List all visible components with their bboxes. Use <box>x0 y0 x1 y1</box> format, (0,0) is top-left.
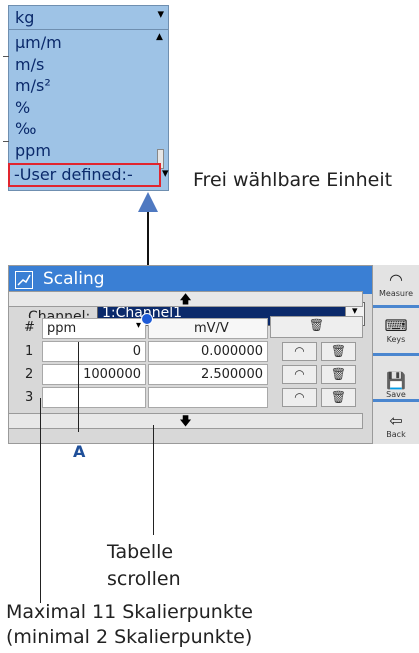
measure-button[interactable]: ◠ Measure <box>373 270 419 299</box>
row-value-b: 2.500000 <box>200 367 263 382</box>
toolbar-separator <box>373 305 419 308</box>
trash-icon: 🗑 <box>330 367 347 381</box>
window-title-bar: Scaling <box>9 266 372 294</box>
side-toolbar: ◠ Measure ⌨ Keys 💾 Save ⇦ Back <box>373 265 419 444</box>
callout-dot <box>141 313 153 325</box>
row-value-b-input[interactable]: 0.000000 <box>148 341 268 362</box>
row-value-a-input[interactable] <box>42 387 146 408</box>
annotation-line-scroll <box>153 425 154 535</box>
back-button[interactable]: ⇦ Back <box>373 411 419 440</box>
row-value-a-input[interactable]: 1000000 <box>42 364 146 385</box>
measure-row-button[interactable]: ◠ <box>282 342 317 361</box>
annotation-line-a <box>78 342 79 432</box>
row-value-b: 0.000000 <box>200 344 263 359</box>
window-title: Scaling <box>43 269 105 289</box>
gauge-icon: ◠ <box>294 367 305 381</box>
floppy-disk-icon: 💾 <box>386 371 406 390</box>
row-value-a: 0 <box>132 344 141 359</box>
table-header-index: # <box>16 318 41 339</box>
toolbar-separator <box>373 353 419 356</box>
table-scroll-down-button[interactable]: 🡇 <box>8 413 363 429</box>
unit-caption: Frei wählbare Einheit <box>193 169 393 191</box>
scroll-up-icon[interactable]: ▲ <box>156 32 163 42</box>
arrow-up-icon: 🡅 <box>179 292 192 306</box>
unit-option[interactable]: m/s <box>9 54 157 76</box>
dropdown-scrollbar[interactable]: ▲ <box>156 32 166 184</box>
chevron-down-icon[interactable]: ▾ <box>162 166 169 181</box>
measure-row-button[interactable]: ◠ <box>282 388 317 407</box>
measure-row-button[interactable]: ◠ <box>282 365 317 384</box>
annotation-marker-a: A <box>73 442 86 461</box>
row-value-a: 1000000 <box>83 367 141 382</box>
annotation-scroll-line1: Tabelle <box>107 541 174 563</box>
chevron-down-icon: ▾ <box>135 320 141 331</box>
unit-dropdown-selected[interactable]: kg ▾ <box>9 6 168 30</box>
unit-b-value: mV/V <box>194 321 229 336</box>
row-value-b-input[interactable] <box>148 387 268 408</box>
table-header-unit-b: mV/V <box>148 318 268 339</box>
unit-selected-value: kg <box>15 8 35 27</box>
divider <box>3 56 9 57</box>
keyboard-icon: ⌨ <box>384 316 408 335</box>
toolbar-separator <box>373 399 419 402</box>
gauge-icon: ◠ <box>294 344 305 358</box>
delete-all-button[interactable]: 🗑 <box>270 316 363 338</box>
back-arrow-icon: ⇦ <box>389 411 403 430</box>
annotation-scroll-line2: scrollen <box>107 568 181 590</box>
annotation-points-line1: Maximal 11 Skalierpunkte <box>6 601 253 623</box>
keys-label: Keys <box>386 335 406 344</box>
unit-option[interactable]: % <box>9 97 157 119</box>
row-index: 3 <box>25 390 34 405</box>
back-label: Back <box>386 430 406 439</box>
row-index: 2 <box>25 367 34 382</box>
gauge-icon: ◠ <box>294 390 305 404</box>
row-value-a-input[interactable]: 0 <box>42 341 146 362</box>
unit-option-user-defined[interactable]: -User defined:- <box>8 163 161 187</box>
chart-icon <box>15 271 33 289</box>
unit-a-select[interactable]: ppm ▾ <box>42 318 146 339</box>
chevron-down-icon[interactable]: ▾ <box>157 7 164 22</box>
unit-option[interactable]: m/s² <box>9 75 157 97</box>
unit-a-value: ppm <box>47 321 77 336</box>
delete-row-button[interactable]: 🗑 <box>321 365 356 384</box>
unit-option[interactable]: ppm <box>9 140 157 162</box>
delete-row-button[interactable]: 🗑 <box>321 342 356 361</box>
annotation-points-line2: (minimal 2 Skalierpunkte) <box>6 626 253 648</box>
arrow-down-icon: 🡇 <box>179 414 192 428</box>
annotation-line-points <box>40 398 41 603</box>
table-scroll-up-button[interactable]: 🡅 <box>8 291 363 307</box>
unit-option[interactable]: µm/m <box>9 32 157 54</box>
gauge-icon: ◠ <box>389 270 403 289</box>
row-value-b-input[interactable]: 2.500000 <box>148 364 268 385</box>
delete-row-button[interactable]: 🗑 <box>321 388 356 407</box>
user-defined-label: -User defined:- <box>14 165 133 184</box>
measure-label: Measure <box>379 289 413 298</box>
unit-option[interactable]: ‰ <box>9 118 157 140</box>
header-index-text: # <box>24 320 35 335</box>
trash-icon: 🗑 <box>308 318 325 332</box>
trash-icon: 🗑 <box>330 390 347 404</box>
divider <box>3 141 9 142</box>
callout-arrow-icon <box>138 192 158 212</box>
keys-button[interactable]: ⌨ Keys <box>373 316 419 345</box>
row-index: 1 <box>25 344 34 359</box>
save-button[interactable]: 💾 Save <box>373 371 419 400</box>
trash-icon: 🗑 <box>330 344 347 358</box>
save-label: Save <box>386 390 406 399</box>
unit-option-list: µm/m m/s m/s² % ‰ ppm <box>9 32 157 161</box>
